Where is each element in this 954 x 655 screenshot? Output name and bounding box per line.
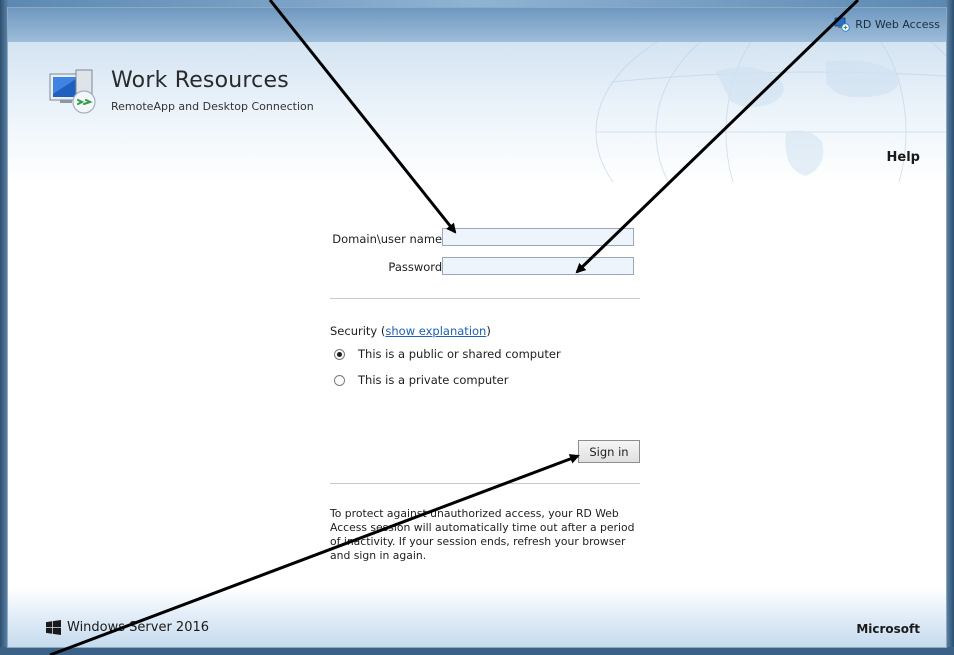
- form-divider-bottom: [330, 483, 640, 484]
- microsoft-label: Microsoft: [856, 622, 920, 636]
- windows-server-brand: Windows Server 2016: [46, 620, 209, 635]
- public-computer-radio[interactable]: [334, 348, 345, 360]
- security-suffix: ): [486, 324, 491, 338]
- top-strip: RD Web Access: [8, 8, 946, 42]
- windows-logo-icon: [46, 620, 61, 635]
- show-explanation-link[interactable]: show explanation: [385, 324, 486, 338]
- window-top-edge: [0, 0, 954, 8]
- form-divider-top: [330, 298, 640, 299]
- page-header: Work Resources RemoteApp and Desktop Con…: [8, 42, 946, 182]
- security-heading: Security (show explanation): [330, 324, 491, 338]
- security-prefix: Security (: [330, 324, 386, 338]
- password-label: Password:: [388, 260, 446, 274]
- private-computer-radio[interactable]: [334, 374, 345, 386]
- windows-server-label: Windows Server 2016: [67, 620, 210, 635]
- window-left-edge: [0, 0, 8, 655]
- page-title: Work Resources: [111, 68, 289, 93]
- username-label: Domain\user name:: [332, 232, 446, 246]
- rd-web-access-icon: [834, 17, 850, 32]
- page-footer: Windows Server 2016 Microsoft: [8, 588, 946, 647]
- sign-in-button[interactable]: Sign in: [578, 440, 640, 463]
- page-subtitle: RemoteApp and Desktop Connection: [111, 100, 314, 113]
- remote-desktop-computer-icon: [49, 69, 96, 114]
- session-timeout-notice: To protect against unauthorized access, …: [330, 507, 635, 562]
- private-computer-label: This is a private computer: [358, 373, 509, 387]
- private-computer-option[interactable]: This is a private computer: [334, 373, 508, 387]
- rd-web-access-page: RD Web Access Work Resources RemoteApp a…: [8, 8, 946, 647]
- window-right-edge: [946, 0, 954, 655]
- globe-decoration: [595, 42, 946, 182]
- help-link[interactable]: Help: [887, 150, 920, 165]
- rd-web-access-label: RD Web Access: [855, 17, 940, 31]
- username-input[interactable]: [442, 228, 634, 246]
- window-bottom-edge: [0, 647, 954, 655]
- public-computer-label: This is a public or shared computer: [358, 347, 561, 361]
- password-input[interactable]: [442, 257, 634, 275]
- public-computer-option[interactable]: This is a public or shared computer: [334, 347, 561, 361]
- rd-web-access-link[interactable]: RD Web Access: [834, 16, 940, 32]
